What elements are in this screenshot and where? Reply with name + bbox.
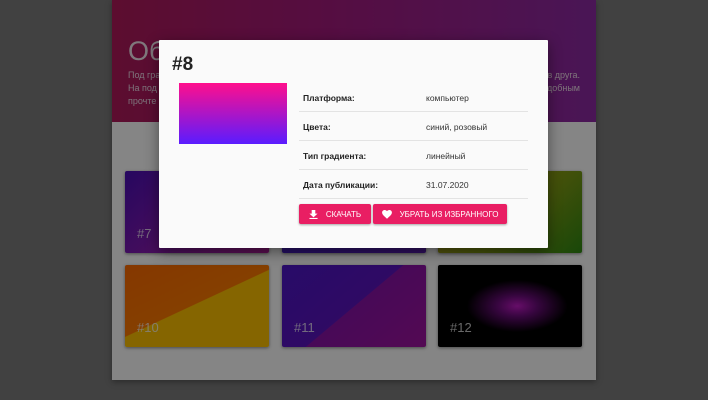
detail-value: компьютер — [426, 93, 469, 103]
detail-row-publish-date: Дата публикации: 31.07.2020 — [299, 170, 528, 199]
download-icon — [309, 209, 318, 219]
modal-title: #8 — [172, 54, 194, 75]
detail-value: синий, розовый — [426, 122, 488, 132]
detail-row-gradient-type: Тип градиента: линейный — [299, 141, 528, 170]
detail-key: Платформа: — [303, 93, 355, 103]
detail-row-colors: Цвета: синий, розовый — [299, 112, 528, 141]
gradient-preview — [179, 83, 287, 144]
gradient-detail-modal: #8 Платформа: компьютер Цвета: синий, ро… — [159, 40, 548, 248]
remove-from-favorites-button[interactable]: Убрать из избранного — [373, 204, 507, 224]
detail-key: Тип градиента: — [303, 151, 367, 161]
detail-value: 31.07.2020 — [426, 180, 469, 190]
remove-from-favorites-label: Убрать из избранного — [399, 209, 499, 219]
download-button[interactable]: Скачать — [299, 204, 371, 224]
detail-key: Дата публикации: — [303, 180, 379, 190]
details-table: Платформа: компьютер Цвета: синий, розов… — [299, 83, 528, 199]
detail-value: линейный — [426, 151, 466, 161]
heart-icon — [381, 209, 392, 219]
detail-key: Цвета: — [303, 122, 331, 132]
detail-row-platform: Платформа: компьютер — [299, 83, 528, 112]
download-label: Скачать — [325, 209, 362, 219]
